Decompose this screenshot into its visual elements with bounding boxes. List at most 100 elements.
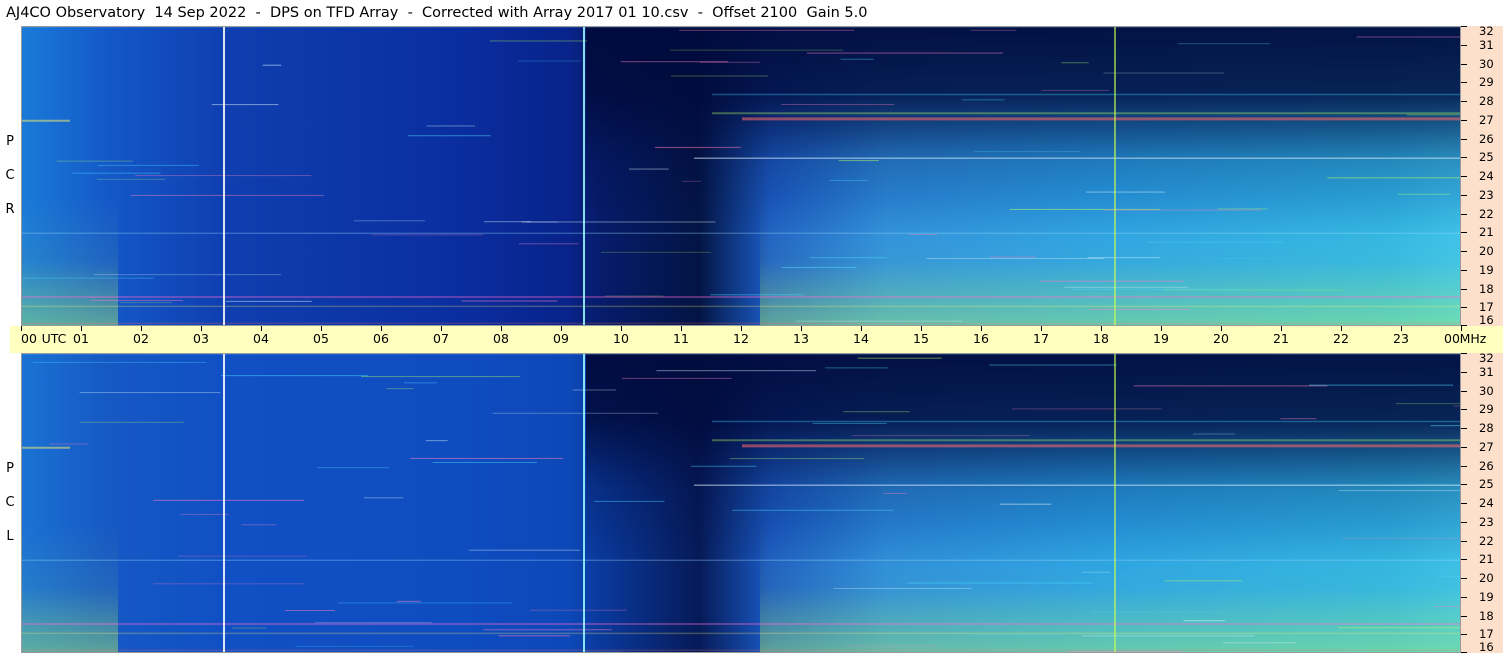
noise-streak	[1430, 425, 1460, 427]
noise-streak	[79, 392, 221, 394]
noise-streak	[583, 651, 623, 652]
noise-streak	[843, 411, 910, 413]
noise-streak	[72, 172, 161, 174]
noise-streak	[337, 602, 512, 604]
noise-streak	[1071, 288, 1243, 290]
noise-streak	[1342, 537, 1460, 539]
noise-streak	[605, 295, 664, 297]
noise-streak	[403, 382, 437, 384]
interference-band	[22, 305, 1460, 308]
freq-tick-label: 26	[1479, 458, 1494, 473]
noise-streak	[1133, 385, 1328, 387]
time-tick-label: 21	[1273, 331, 1289, 346]
freq-tick	[1461, 157, 1467, 159]
noise-streak	[221, 375, 368, 377]
noise-streak	[1308, 384, 1454, 386]
freq-tick	[1461, 176, 1467, 177]
noise-streak	[262, 64, 282, 66]
noise-streak	[1087, 257, 1161, 259]
noise-streak	[908, 234, 938, 236]
freq-tick-label: 27	[1479, 439, 1494, 454]
noise-streak	[829, 179, 869, 181]
noise-streak	[690, 465, 757, 467]
noise-streak	[1356, 36, 1460, 38]
noise-streak	[620, 61, 729, 63]
noise-streak	[363, 497, 404, 499]
freq-tick	[1461, 503, 1467, 504]
freq-tick-label: 24	[1479, 169, 1494, 183]
noise-streak	[49, 443, 89, 445]
noise-streak	[211, 104, 279, 106]
freq-tick-label: 17	[1479, 300, 1494, 315]
freq-tick	[1461, 269, 1467, 271]
noise-streak	[1103, 72, 1225, 74]
noise-streak	[426, 125, 476, 127]
freq-tick-label: 29	[1479, 75, 1494, 90]
freq-tick	[1461, 63, 1467, 65]
interference-band	[694, 157, 1460, 159]
time-axis: 00 01 02 03 04 05 06 07 08 09 10 11 12 13 14 15 16 17 18 19…	[10, 326, 1503, 353]
interference-band	[22, 649, 1460, 651]
time-tick-label: 12	[733, 331, 749, 346]
polarization-label-rcp: P C R	[0, 125, 20, 227]
freq-tick-label: 22	[1479, 206, 1494, 221]
interference-band	[22, 559, 1460, 561]
time-tick-label: 19	[1153, 331, 1169, 346]
noise-streak	[284, 610, 335, 612]
interference-band	[742, 444, 1460, 448]
noise-streak	[1147, 241, 1284, 243]
interference-band	[22, 322, 1460, 324]
noise-streak	[1453, 405, 1460, 407]
freq-tick-label: 20	[1479, 571, 1494, 585]
noise-streak	[498, 635, 570, 637]
noise-streak	[56, 160, 133, 162]
noise-streak	[857, 357, 942, 359]
freq-tick	[1461, 307, 1467, 309]
noise-streak	[629, 168, 669, 170]
noise-streak	[989, 364, 1117, 366]
freq-tick	[1461, 521, 1467, 523]
freq-tick-label: 21	[1479, 552, 1494, 567]
time-tick-label: 00	[1444, 331, 1460, 346]
noise-streak	[231, 627, 266, 629]
noise-streak	[732, 509, 894, 511]
freq-tick	[1461, 44, 1467, 46]
noise-streak	[295, 645, 414, 647]
pol-letter: C	[5, 495, 15, 510]
polarization-label-lcp: P C L	[0, 452, 20, 554]
noise-streak	[153, 583, 305, 585]
freq-tick	[1461, 652, 1467, 653]
freq-tick-label: 31	[1479, 364, 1494, 379]
time-tick-label: 11	[673, 331, 689, 346]
time-tick-label: 09	[553, 331, 569, 346]
time-tick-label: 01	[73, 331, 89, 346]
noise-streak	[795, 320, 963, 322]
noise-streak	[432, 462, 537, 464]
noise-streak	[1434, 606, 1460, 608]
freq-tick-label: 24	[1479, 496, 1494, 510]
frequency-axis-top: 32 31 30 29 28 27 26 25 24 23 22 21 20 19 18 17 16	[1461, 25, 1503, 326]
freq-tick-label: 30	[1479, 56, 1494, 71]
noise-streak	[838, 160, 879, 162]
interference-band	[712, 439, 1460, 442]
interference-band	[712, 420, 1460, 423]
freq-tick-label: 28	[1479, 94, 1494, 108]
noise-streak	[1222, 642, 1297, 644]
noise-streak	[669, 49, 844, 51]
freq-tick	[1461, 465, 1467, 467]
freq-tick	[1461, 26, 1467, 27]
time-marker-line	[583, 27, 585, 325]
time-tick-label: 23	[1393, 331, 1409, 346]
pol-letter: L	[6, 529, 14, 544]
spectrogram-canvas	[22, 27, 1460, 325]
freq-tick	[1461, 82, 1467, 84]
noise-streak	[1177, 43, 1270, 45]
noise-streak	[96, 178, 166, 180]
time-marker-line	[583, 354, 585, 652]
noise-streak	[781, 104, 895, 106]
freq-tick	[1461, 615, 1467, 617]
noise-streak	[407, 135, 491, 137]
interference-band	[712, 93, 1460, 96]
freq-tick-label: 19	[1479, 589, 1494, 604]
utc-label: UTC	[41, 331, 67, 346]
